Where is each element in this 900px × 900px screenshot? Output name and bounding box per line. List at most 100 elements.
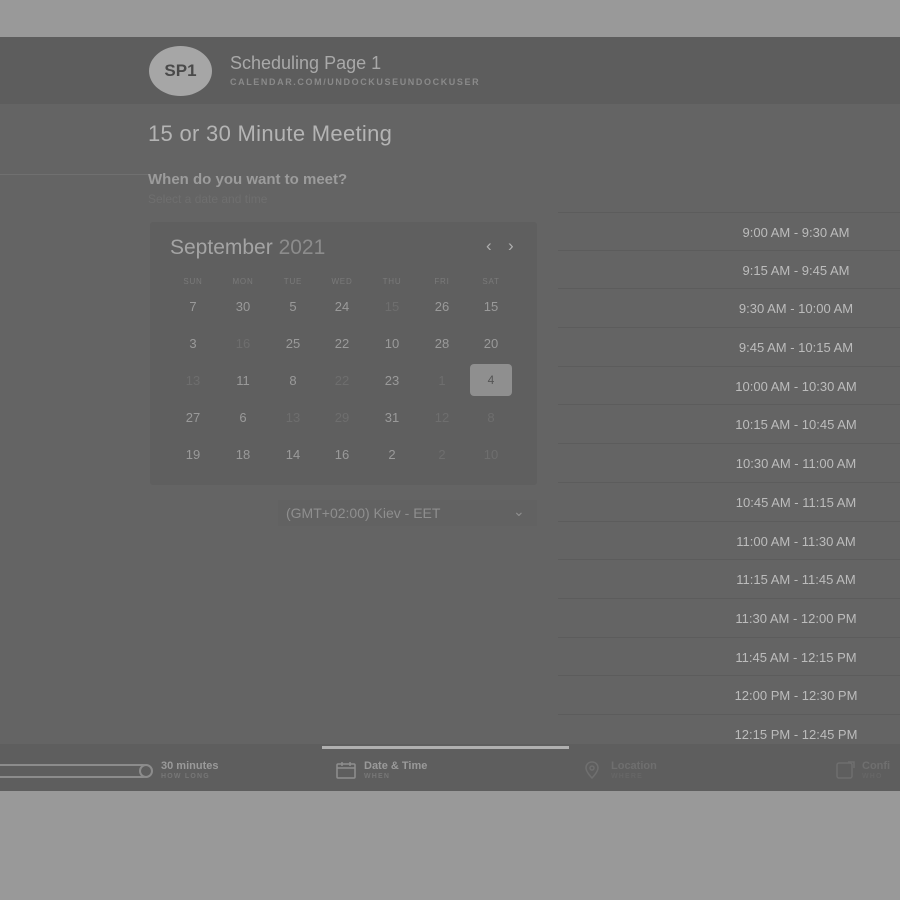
time-slot[interactable]: 10:45 AM - 11:15 AM bbox=[558, 482, 900, 522]
calendar-day[interactable]: 11 bbox=[222, 364, 264, 396]
step-duration-title: 30 minutes bbox=[161, 760, 219, 772]
calendar-day[interactable]: 16 bbox=[321, 438, 363, 470]
time-slot[interactable]: 11:45 AM - 12:15 PM bbox=[558, 637, 900, 677]
calendar-day[interactable]: 20 bbox=[470, 327, 512, 359]
chevron-left-icon[interactable]: ‹ bbox=[486, 236, 492, 256]
calendar-day[interactable]: 14 bbox=[272, 438, 314, 470]
step-duration-sub: HOW LONG bbox=[161, 773, 210, 780]
time-slot-label: 10:30 AM - 11:00 AM bbox=[735, 456, 857, 472]
calendar-month-label: September 2021 bbox=[170, 236, 325, 260]
calendar-day-selected[interactable]: 4 bbox=[470, 364, 512, 396]
time-slot[interactable]: 10:15 AM - 10:45 AM bbox=[558, 405, 900, 445]
calendar-day[interactable]: 31 bbox=[371, 401, 413, 433]
weekday-header: FRI bbox=[434, 276, 450, 286]
step-date-time-sub: WHEN bbox=[364, 773, 391, 780]
booking-steps-footer: 30 minutes HOW LONG Date & Time WHEN Loc… bbox=[0, 744, 900, 791]
time-slot-label: 9:15 AM - 9:45 AM bbox=[742, 262, 850, 278]
weekday-header: MON bbox=[232, 276, 254, 286]
calendar-day: 15 bbox=[384, 298, 400, 314]
weekday-header: THU bbox=[382, 276, 402, 286]
calendar-day[interactable]: 27 bbox=[172, 401, 214, 433]
weekday-header: SUN bbox=[183, 276, 203, 286]
time-slot-label: 11:30 AM - 12:00 PM bbox=[735, 610, 857, 626]
time-slot-label: 10:15 AM - 10:45 AM bbox=[735, 417, 857, 433]
calendar-day[interactable]: 26 bbox=[421, 290, 463, 322]
scheduling-page-name: Scheduling Page 1 bbox=[230, 53, 382, 73]
time-slot-label: 12:15 PM - 12:45 PM bbox=[734, 726, 858, 742]
chevron-right-icon[interactable]: › bbox=[508, 236, 514, 256]
step-confirm[interactable]: Confi WHO bbox=[862, 760, 890, 780]
time-slot[interactable]: 11:00 AM - 11:30 AM bbox=[558, 521, 900, 561]
step-date-time-title: Date & Time bbox=[364, 760, 428, 772]
confirm-icon bbox=[836, 761, 856, 784]
scheduling-app: SP1 Scheduling Page 1 CALENDAR.COM/UNDOC… bbox=[0, 37, 900, 791]
time-slot[interactable]: 11:15 AM - 11:45 AM bbox=[558, 560, 900, 599]
timezone-label: (GMT+02:00) Kiev - EET bbox=[286, 505, 441, 521]
page-header: SP1 Scheduling Page 1 CALENDAR.COM/UNDOC… bbox=[0, 37, 900, 104]
timezone-select[interactable]: (GMT+02:00) Kiev - EET ⌄ bbox=[278, 500, 537, 526]
calendar-day[interactable]: 7 bbox=[172, 290, 214, 322]
calendar-day[interactable]: 10 bbox=[371, 327, 413, 359]
calendar-day: 8 bbox=[487, 409, 495, 425]
calendar-day: 10 bbox=[483, 446, 499, 462]
chevron-down-icon: ⌄ bbox=[513, 503, 525, 519]
time-slot-label: 9:00 AM - 9:30 AM bbox=[742, 225, 850, 240]
date-hint: Select a date and time bbox=[148, 192, 268, 206]
calendar-day[interactable]: 23 bbox=[371, 364, 413, 396]
date-picker-calendar: September 2021 ‹ › SUN MON TUE WED THU FRI SAT… bbox=[150, 222, 537, 485]
time-slot-label: 12:00 PM - 12:30 PM bbox=[734, 688, 858, 704]
calendar-day[interactable]: 22 bbox=[321, 327, 363, 359]
step-location-sub: WHERE bbox=[611, 773, 644, 780]
calendar-day: 1 bbox=[438, 372, 446, 388]
time-slot-label: 11:45 AM - 12:15 PM bbox=[735, 649, 857, 665]
calendar-day: 16 bbox=[235, 335, 251, 351]
calendar-month: September bbox=[170, 236, 273, 259]
weekday-header: WED bbox=[331, 276, 353, 286]
active-step-indicator bbox=[322, 746, 569, 749]
time-slot[interactable]: 9:30 AM - 10:00 AM bbox=[558, 289, 900, 329]
calendar-day[interactable]: 5 bbox=[272, 290, 314, 322]
time-slot[interactable]: 11:30 AM - 12:00 PM bbox=[558, 598, 900, 638]
time-slot-label: 9:45 AM - 10:15 AM bbox=[738, 340, 854, 356]
time-slot-label: 11:15 AM - 11:45 AM bbox=[736, 572, 856, 588]
step-location[interactable]: Location WHERE bbox=[611, 760, 657, 780]
time-slot-label: 11:00 AM - 11:30 AM bbox=[736, 533, 856, 549]
calendar-day[interactable]: 28 bbox=[421, 327, 463, 359]
calendar-icon bbox=[336, 761, 356, 784]
time-slot-label: 9:30 AM - 10:00 AM bbox=[738, 301, 854, 317]
calendar-day: 13 bbox=[285, 409, 301, 425]
calendar-day[interactable]: 24 bbox=[321, 290, 363, 322]
calendar-day: 22 bbox=[334, 372, 350, 388]
calendar-day[interactable]: 18 bbox=[222, 438, 264, 470]
meeting-title: 15 or 30 Minute Meeting bbox=[148, 121, 393, 146]
calendar-day[interactable]: 2 bbox=[371, 438, 413, 470]
left-divider bbox=[0, 174, 148, 175]
time-slot[interactable]: 12:00 PM - 12:30 PM bbox=[558, 676, 900, 715]
avatar: SP1 bbox=[149, 46, 212, 96]
step-date-time[interactable]: Date & Time WHEN bbox=[364, 760, 427, 780]
calendar-day: 12 bbox=[434, 409, 450, 425]
time-slot[interactable]: 9:45 AM - 10:15 AM bbox=[558, 328, 900, 367]
calendar-year: 2021 bbox=[278, 236, 326, 259]
time-slot[interactable]: 10:00 AM - 10:30 AM bbox=[558, 366, 900, 406]
calendar-day[interactable]: 8 bbox=[272, 364, 314, 396]
duration-slider-handle[interactable] bbox=[139, 764, 153, 778]
bottom-band bbox=[0, 791, 900, 900]
calendar-day[interactable]: 30 bbox=[222, 290, 264, 322]
time-slot[interactable]: 9:15 AM - 9:45 AM bbox=[558, 250, 900, 290]
duration-slider-track[interactable] bbox=[0, 764, 150, 778]
scheduling-page-url[interactable]: CALENDAR.COM/UNDOCKUSEUNDOCKUSER bbox=[230, 77, 480, 87]
time-slot[interactable]: 9:00 AM - 9:30 AM bbox=[558, 212, 900, 251]
calendar-day: 13 bbox=[185, 372, 201, 388]
calendar-day: 29 bbox=[334, 409, 350, 425]
calendar-day[interactable]: 3 bbox=[172, 327, 214, 359]
map-pin-icon bbox=[584, 761, 600, 784]
calendar-day[interactable]: 25 bbox=[272, 327, 314, 359]
calendar-day[interactable]: 19 bbox=[172, 438, 214, 470]
step-duration[interactable]: 30 minutes HOW LONG bbox=[161, 760, 218, 780]
calendar-day[interactable]: 15 bbox=[470, 290, 512, 322]
time-slot[interactable]: 10:30 AM - 11:00 AM bbox=[558, 444, 900, 483]
calendar-day: 2 bbox=[438, 446, 446, 462]
calendar-day[interactable]: 6 bbox=[222, 401, 264, 433]
step-location-title: Location bbox=[611, 760, 657, 772]
